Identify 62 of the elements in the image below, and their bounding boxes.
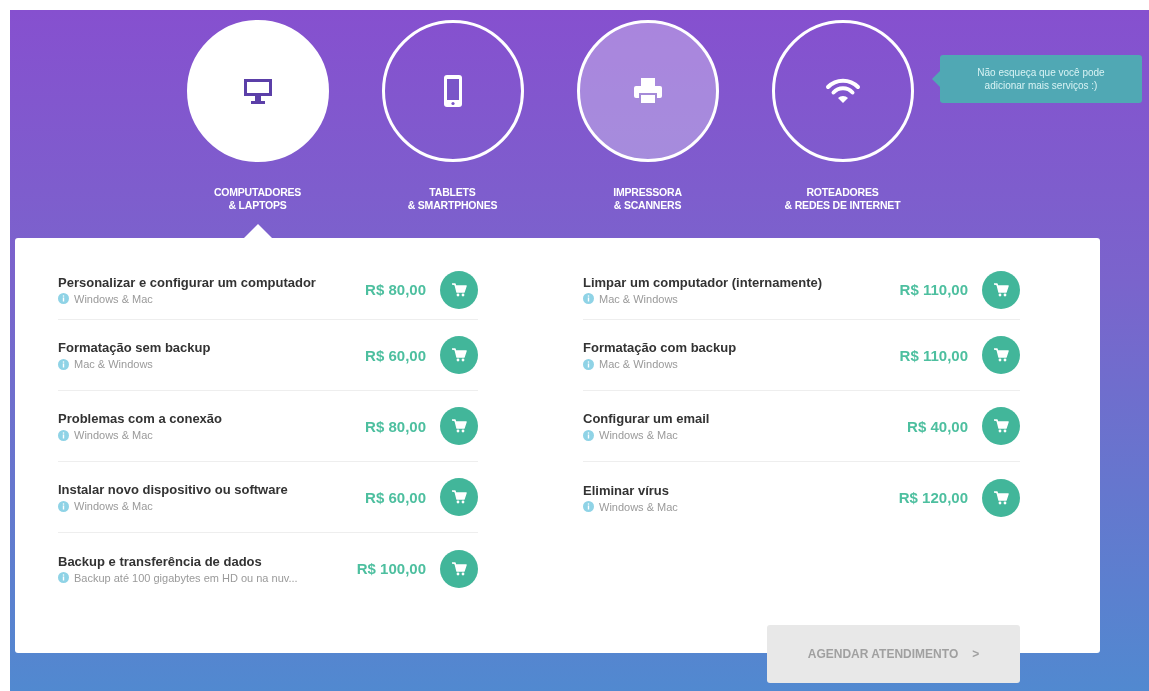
info-icon (583, 293, 594, 304)
service-price: R$ 100,00 (356, 560, 426, 577)
category-tab[interactable]: TABLETS & SMARTPHONES (355, 10, 550, 238)
add-to-cart-button[interactable] (982, 270, 1020, 309)
service-name: Instalar novo dispositivo ou software (58, 482, 289, 497)
cart-icon (993, 490, 1009, 505)
service-price: R$ 60,00 (365, 488, 426, 506)
cart-icon (451, 282, 467, 297)
add-to-cart-button[interactable] (440, 478, 478, 516)
add-to-cart-button[interactable] (440, 549, 478, 588)
smartphone-icon (442, 74, 463, 108)
add-to-cart-button[interactable] (440, 336, 478, 374)
service-platforms: Windows & Mac (74, 429, 153, 441)
service-name: Eliminar vírus (583, 482, 670, 498)
info-icon (583, 429, 594, 441)
cart-icon (993, 348, 1009, 362)
service-price: R$ 110,00 (899, 346, 968, 364)
add-to-cart-button[interactable] (982, 336, 1020, 374)
info-icon (58, 500, 69, 512)
info-icon (583, 358, 594, 370)
service-platforms: Windows & Mac (599, 500, 678, 513)
info-icon (583, 501, 594, 512)
printer-icon (632, 77, 663, 105)
service-name: Backup e transferência de dados (58, 553, 263, 569)
add-to-cart-button[interactable] (982, 407, 1020, 445)
service-name: Configurar um email (583, 411, 711, 426)
service-price: R$ 80,00 (365, 281, 426, 298)
info-icon (58, 293, 69, 304)
add-to-cart-button[interactable] (440, 270, 478, 309)
add-to-cart-button[interactable] (440, 407, 478, 445)
service-platforms: Backup até 100 gigabytes em HD ou na nuv... (74, 571, 298, 584)
wifi-icon (824, 77, 861, 105)
category-tab[interactable]: IMPRESSORA & SCANNERS (550, 10, 745, 238)
service-platforms: Mac & Windows (599, 292, 678, 305)
service-platforms: Windows & Mac (599, 429, 678, 441)
service-name: Personalizar e configurar um computador (58, 274, 317, 290)
tooltip: Não esqueça que você pode adicionar mais serviços :) (940, 55, 1142, 103)
cart-icon (451, 561, 467, 576)
service-price: R$ 60,00 (365, 346, 426, 364)
cart-icon (993, 419, 1009, 433)
category-tab[interactable]: ROTEADORES & REDES DE INTERNET (745, 10, 940, 238)
service-platforms: Windows & Mac (74, 500, 153, 512)
info-icon (58, 572, 69, 583)
service-name: Problemas com a conexão (58, 411, 223, 426)
monitor-icon (242, 77, 273, 105)
service-price: R$ 110,00 (899, 281, 968, 298)
service-platforms: Mac & Windows (599, 358, 678, 370)
cart-icon (451, 419, 467, 433)
service-price: R$ 80,00 (365, 417, 426, 435)
add-to-cart-button[interactable] (982, 478, 1020, 517)
service-name: Limpar um computador (internamente) (583, 274, 824, 290)
service-price: R$ 40,00 (907, 417, 968, 435)
cart-icon (451, 348, 467, 362)
cart-icon (993, 282, 1009, 297)
service-name: Formatação sem backup (58, 340, 212, 355)
service-price: R$ 120,00 (898, 489, 968, 506)
info-icon (58, 358, 69, 370)
service-platforms: Windows & Mac (74, 292, 153, 305)
service-platforms: Mac & Windows (74, 358, 153, 370)
service-name: Formatação com backup (583, 340, 738, 355)
cart-icon (451, 490, 467, 504)
info-icon (58, 429, 69, 441)
